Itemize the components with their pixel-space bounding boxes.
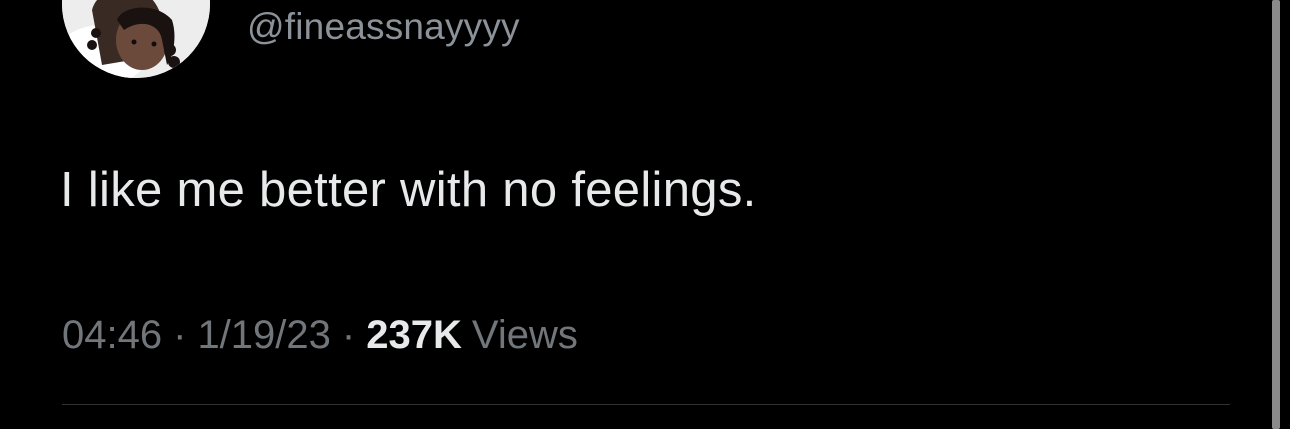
tweet-time[interactable]: 04:46 — [62, 313, 162, 358]
tweet-text: I like me better with no feelings. — [60, 163, 757, 217]
author-handle[interactable]: @fineassnayyyy — [247, 6, 520, 48]
divider — [62, 404, 1230, 405]
scrollbar[interactable] — [1272, 0, 1280, 429]
meta-separator: · — [341, 313, 356, 357]
profile-photo-icon — [62, 0, 210, 78]
tweet-metadata: 04:46 · 1/19/23 · 237K Views — [62, 313, 578, 358]
tweet-date[interactable]: 1/19/23 — [197, 313, 330, 358]
tweet-detail: @fineassnayyyy I like me better with no … — [0, 0, 1290, 429]
avatar[interactable] — [62, 0, 210, 78]
meta-separator: · — [173, 313, 187, 357]
views-count[interactable]: 237K — [366, 313, 462, 358]
views-label[interactable]: Views — [472, 313, 578, 358]
